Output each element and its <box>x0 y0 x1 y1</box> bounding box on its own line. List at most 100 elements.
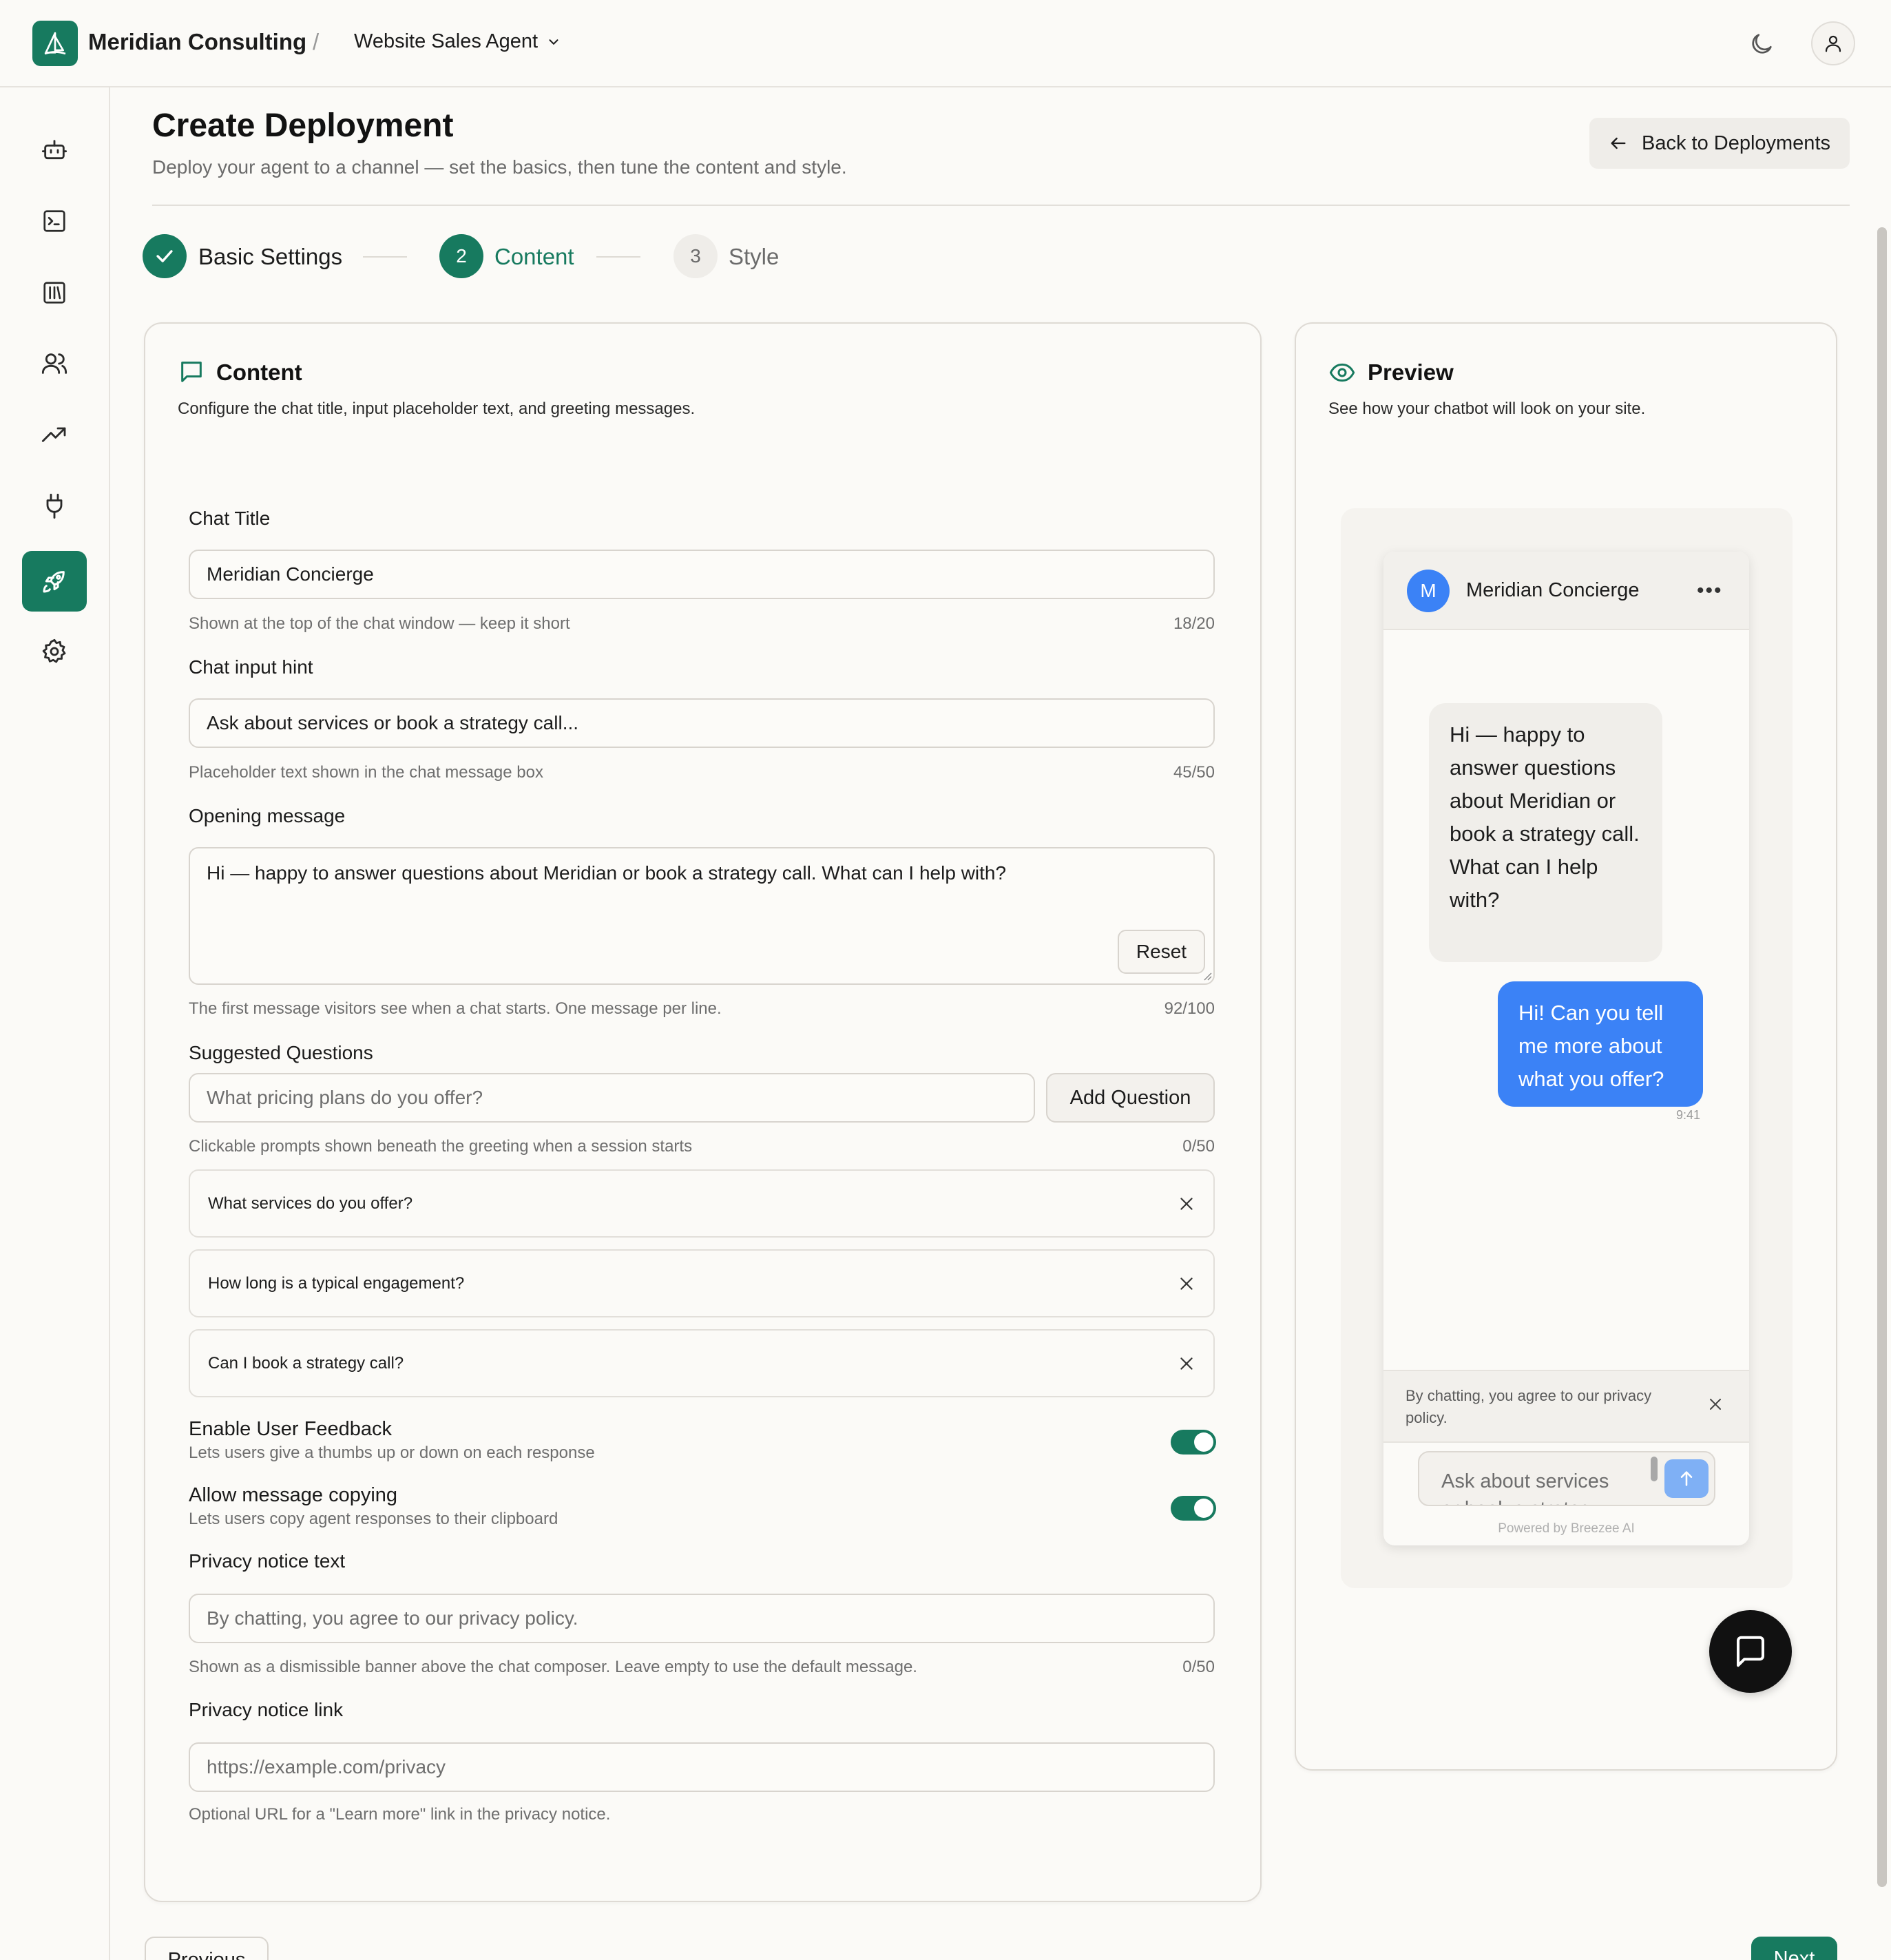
user-icon <box>1825 35 1841 52</box>
arrow-up-icon <box>1680 1471 1693 1486</box>
suggested-question-item: Can I book a strategy call? <box>189 1329 1215 1397</box>
chat-header: M Meridian Concierge ••• <box>1383 552 1749 630</box>
terminal-icon <box>43 210 65 232</box>
step-1-indicator[interactable] <box>143 234 187 278</box>
suggested-question-input[interactable]: What pricing plans do you offer? <box>189 1073 1035 1123</box>
reset-button[interactable]: Reset <box>1118 930 1205 974</box>
user-message-bubble: Hi! Can you tell me more about what you … <box>1498 981 1703 1107</box>
chat-window-title: Meridian Concierge <box>1466 579 1640 601</box>
theme-toggle-button[interactable] <box>1748 30 1775 58</box>
message-square-icon <box>181 362 202 382</box>
content-panel-title: Content <box>216 359 302 385</box>
preview-panel-title: Preview <box>1368 359 1454 385</box>
resize-handle-icon[interactable] <box>1202 971 1212 981</box>
sidebar-item-agents[interactable] <box>22 120 87 180</box>
chat-composer[interactable]: Ask about services or book a strategy... <box>1418 1451 1715 1506</box>
preview-panel-subtitle: See how your chatbot will look on your s… <box>1328 399 1646 418</box>
message-square-icon <box>1736 1636 1765 1667</box>
composer-scrollbar[interactable] <box>1651 1457 1658 1481</box>
content-panel-subtitle: Configure the chat title, input placehol… <box>178 399 696 418</box>
sidebar-item-integrations[interactable] <box>22 476 87 536</box>
privacy-banner-text: By chatting, you agree to our privacy po… <box>1406 1387 1652 1426</box>
send-button[interactable] <box>1664 1459 1709 1498</box>
sidebar-item-library[interactable] <box>22 262 87 323</box>
more-options-icon[interactable]: ••• <box>1697 579 1723 603</box>
close-icon[interactable] <box>1178 1275 1195 1293</box>
user-menu-button[interactable] <box>1811 21 1855 65</box>
step-2-label[interactable]: Content <box>494 244 574 270</box>
privacy-link-label: Privacy notice link <box>189 1699 344 1720</box>
composer-placeholder: Ask about services or book a strategy... <box>1441 1470 1616 1505</box>
step-3-indicator[interactable]: 3 <box>673 234 718 278</box>
chat-title-counter: 18/20 <box>1173 614 1215 633</box>
agent-selector-label: Website Sales Agent <box>354 30 539 52</box>
chat-title-label: Chat Title <box>189 508 271 529</box>
feedback-toggle-title: Enable User Feedback <box>189 1418 392 1440</box>
brand-name: Meridian Consulting <box>88 29 307 54</box>
rocket-icon <box>43 571 65 593</box>
privacy-text-counter: 0/50 <box>1182 1658 1215 1676</box>
suggested-question-item: What services do you offer? <box>189 1169 1215 1238</box>
agent-selector[interactable]: Website Sales Agent <box>354 30 561 53</box>
sidebar-item-analytics[interactable] <box>22 405 87 466</box>
opening-message-textarea[interactable]: Hi — happy to answer questions about Mer… <box>189 847 1215 985</box>
suggested-questions-label: Suggested Questions <box>189 1042 373 1063</box>
message-timestamp: 9:41 <box>1676 1108 1701 1122</box>
input-hint-label: Chat input hint <box>189 656 313 678</box>
privacy-link-hint: Optional URL for a "Learn more" link in … <box>189 1805 611 1824</box>
privacy-text-hint: Shown as a dismissible banner above the … <box>189 1658 917 1676</box>
step-3-label[interactable]: Style <box>729 244 779 270</box>
top-bar: Meridian Consulting / Website Sales Agen… <box>0 0 1891 87</box>
brand-logo[interactable] <box>32 21 78 66</box>
back-to-deployments-button[interactable]: Back to Deployments <box>1589 118 1850 169</box>
sidebar-item-settings[interactable] <box>22 621 87 682</box>
opening-message-counter: 92/100 <box>1164 999 1215 1018</box>
bot-icon <box>41 140 67 160</box>
plug-icon <box>46 493 63 519</box>
suggested-question-text: How long is a typical engagement? <box>208 1273 465 1293</box>
suggested-question-text: Can I book a strategy call? <box>208 1353 404 1373</box>
check-icon <box>156 250 173 262</box>
avatar: M <box>1407 570 1450 612</box>
close-icon[interactable] <box>1707 1396 1724 1412</box>
moon-icon <box>1752 34 1772 54</box>
users-icon <box>41 353 67 374</box>
chat-title-hint: Shown at the top of the chat window — ke… <box>189 614 570 633</box>
add-question-button[interactable]: Add Question <box>1046 1073 1215 1123</box>
copy-toggle[interactable] <box>1171 1496 1216 1521</box>
gear-icon <box>42 638 66 663</box>
feedback-toggle[interactable] <box>1171 1430 1216 1455</box>
input-hint-hint: Placeholder text shown in the chat messa… <box>189 763 543 782</box>
sidebar-item-users[interactable] <box>22 333 87 394</box>
sidebar-item-deployments[interactable] <box>22 551 87 612</box>
sidebar-item-console[interactable] <box>22 191 87 251</box>
back-button-label: Back to Deployments <box>1641 132 1830 154</box>
privacy-text-input[interactable]: By chatting, you agree to our privacy po… <box>189 1594 1215 1643</box>
close-icon[interactable] <box>1178 1355 1195 1373</box>
step-1-label[interactable]: Basic Settings <box>198 244 342 270</box>
privacy-banner: By chatting, you agree to our privacy po… <box>1383 1370 1749 1443</box>
chevron-down-icon <box>549 39 558 45</box>
copy-toggle-title: Allow message copying <box>189 1484 398 1506</box>
input-hint-counter: 45/50 <box>1173 763 1215 782</box>
suggested-question-text: What services do you offer? <box>208 1193 413 1213</box>
next-button[interactable]: Next <box>1751 1937 1837 1960</box>
bot-message-bubble: Hi — happy to answer questions about Mer… <box>1429 703 1662 962</box>
eye-icon <box>1329 363 1355 382</box>
breadcrumb-separator: / <box>313 29 320 54</box>
chat-title-input[interactable]: Meridian Concierge <box>189 550 1215 599</box>
step-2-indicator[interactable]: 2 <box>439 234 483 278</box>
opening-message-label: Opening message <box>189 805 346 826</box>
input-hint-input[interactable]: Ask about services or book a strategy ca… <box>189 698 1215 748</box>
feedback-toggle-desc: Lets users give a thumbs up or down on e… <box>189 1443 595 1462</box>
page-scrollbar-thumb[interactable] <box>1877 227 1887 1887</box>
privacy-link-input[interactable]: https://example.com/privacy <box>189 1742 1215 1792</box>
powered-by-text: Powered by Breezee AI <box>1498 1521 1635 1536</box>
chat-window-preview: M Meridian Concierge ••• Hi — happy to a… <box>1383 552 1749 1545</box>
previous-button[interactable]: Previous <box>145 1937 269 1960</box>
trending-up-icon <box>41 427 66 442</box>
step-connector <box>363 256 407 258</box>
header-divider <box>152 205 1850 206</box>
close-icon[interactable] <box>1178 1195 1195 1213</box>
chat-launcher-button[interactable] <box>1709 1610 1792 1693</box>
